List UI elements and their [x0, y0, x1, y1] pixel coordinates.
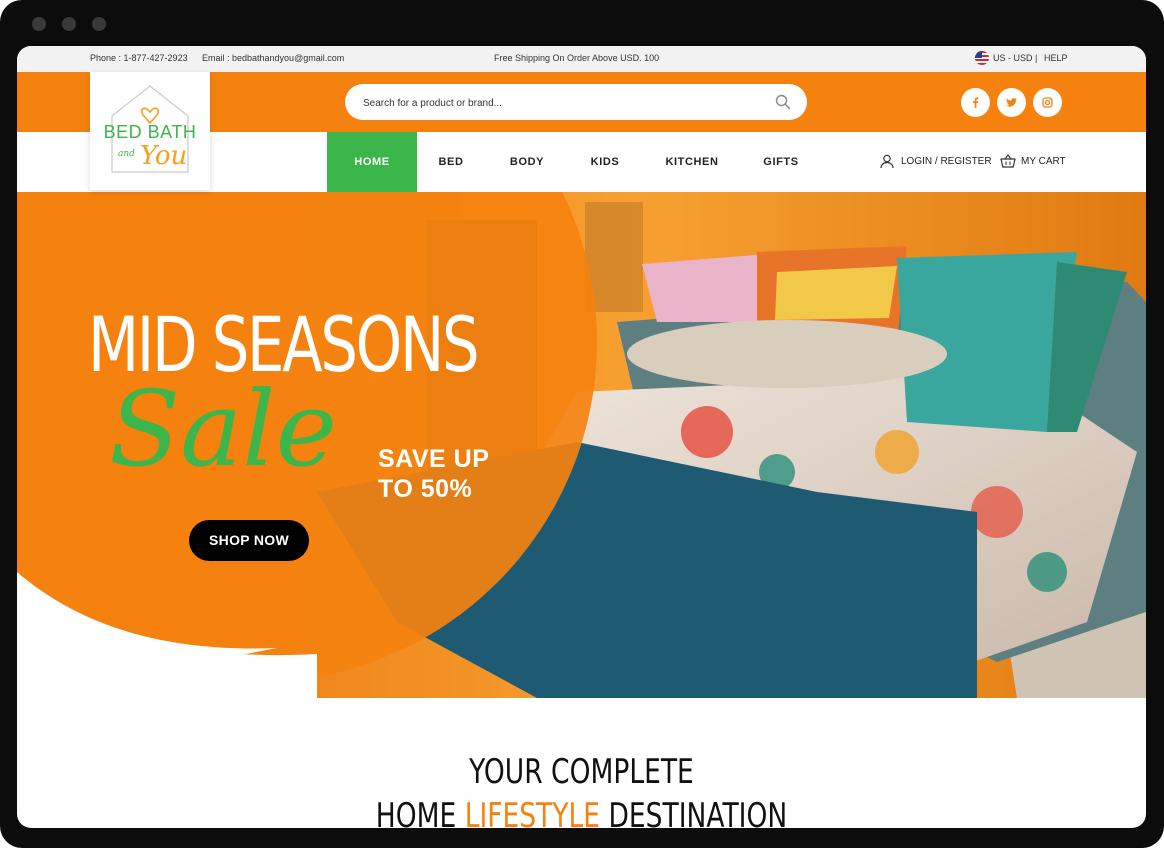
twitter-button[interactable] — [997, 88, 1026, 117]
facebook-icon — [973, 97, 979, 108]
logo-bed-bath-text: BED BATH — [104, 122, 197, 142]
nav-item-home[interactable]: HOME — [327, 132, 417, 192]
my-cart-label: MY CART — [1021, 156, 1066, 167]
hero-sale-script: Sale — [109, 368, 338, 490]
nav-item-body[interactable]: BODY — [503, 132, 551, 192]
nav-item-bed[interactable]: BED — [429, 132, 473, 192]
heading-destination-word: DESTINATION — [608, 796, 788, 828]
us-flag-icon — [975, 51, 989, 65]
search-input[interactable] — [361, 93, 765, 113]
topbar-separator: | — [1035, 53, 1038, 63]
free-shipping-text: Free Shipping On Order Above USD. 100 — [494, 53, 660, 63]
nav-item-kids[interactable]: KIDS — [585, 132, 625, 192]
cart-basket-icon — [1000, 154, 1016, 168]
section-heading-line-2: HOME LIFESTYLE DESTINATION — [141, 794, 1022, 828]
top-info-bar: Phone : 1-877-427-2923 Email : bedbathan… — [17, 46, 1146, 72]
heading-home-word: HOME — [375, 796, 457, 828]
window-dot-minimize — [62, 17, 76, 31]
my-cart-link[interactable]: MY CART — [1000, 132, 1066, 192]
user-icon — [880, 154, 894, 169]
search-icon[interactable] — [775, 94, 791, 110]
instagram-button[interactable] — [1033, 88, 1062, 117]
hero-save-text: SAVE UP TO 50% — [378, 444, 528, 504]
nav-item-kitchen[interactable]: KITCHEN — [663, 132, 721, 192]
nav-item-gifts[interactable]: GIFTS — [761, 132, 801, 192]
hero-save-line-1: SAVE UP — [378, 445, 490, 473]
search-bar — [345, 84, 807, 120]
shop-now-button[interactable]: SHOP NOW — [189, 520, 309, 561]
help-link[interactable]: HELP — [1044, 53, 1068, 63]
hero-save-line-2: TO 50% — [378, 475, 473, 503]
heading-lifestyle-word: LIFESTYLE — [464, 796, 601, 828]
instagram-icon — [1042, 97, 1053, 108]
window-dot-close — [32, 17, 46, 31]
section-heading: YOUR COMPLETE HOME LIFESTYLE DESTINATION — [17, 750, 1146, 828]
login-register-label: LOGIN / REGISTER — [901, 156, 992, 167]
hero-banner: MID SEASONS Sale SAVE UP TO 50% SHOP NOW — [17, 192, 1146, 698]
facebook-button[interactable] — [961, 88, 990, 117]
logo-house-outline: BED BATH and You — [104, 85, 197, 173]
browser-viewport: Phone : 1-877-427-2923 Email : bedbathan… — [17, 46, 1146, 828]
logo-and-text: and — [118, 149, 135, 159]
phone-text: Phone : 1-877-427-2923 — [90, 53, 188, 63]
email-link[interactable]: Email : bedbathandyou@gmail.com — [202, 53, 344, 63]
logo-you-text: You — [140, 141, 187, 171]
login-register-link[interactable]: LOGIN / REGISTER — [880, 132, 992, 192]
brand-logo[interactable]: BED BATH and You — [90, 72, 210, 190]
window-dot-maximize — [92, 17, 106, 31]
twitter-icon — [1006, 98, 1017, 107]
device-frame: Phone : 1-877-427-2923 Email : bedbathan… — [0, 0, 1164, 848]
section-heading-line-1: YOUR COMPLETE — [469, 752, 694, 792]
currency-selector[interactable]: US - USD — [993, 53, 1033, 63]
